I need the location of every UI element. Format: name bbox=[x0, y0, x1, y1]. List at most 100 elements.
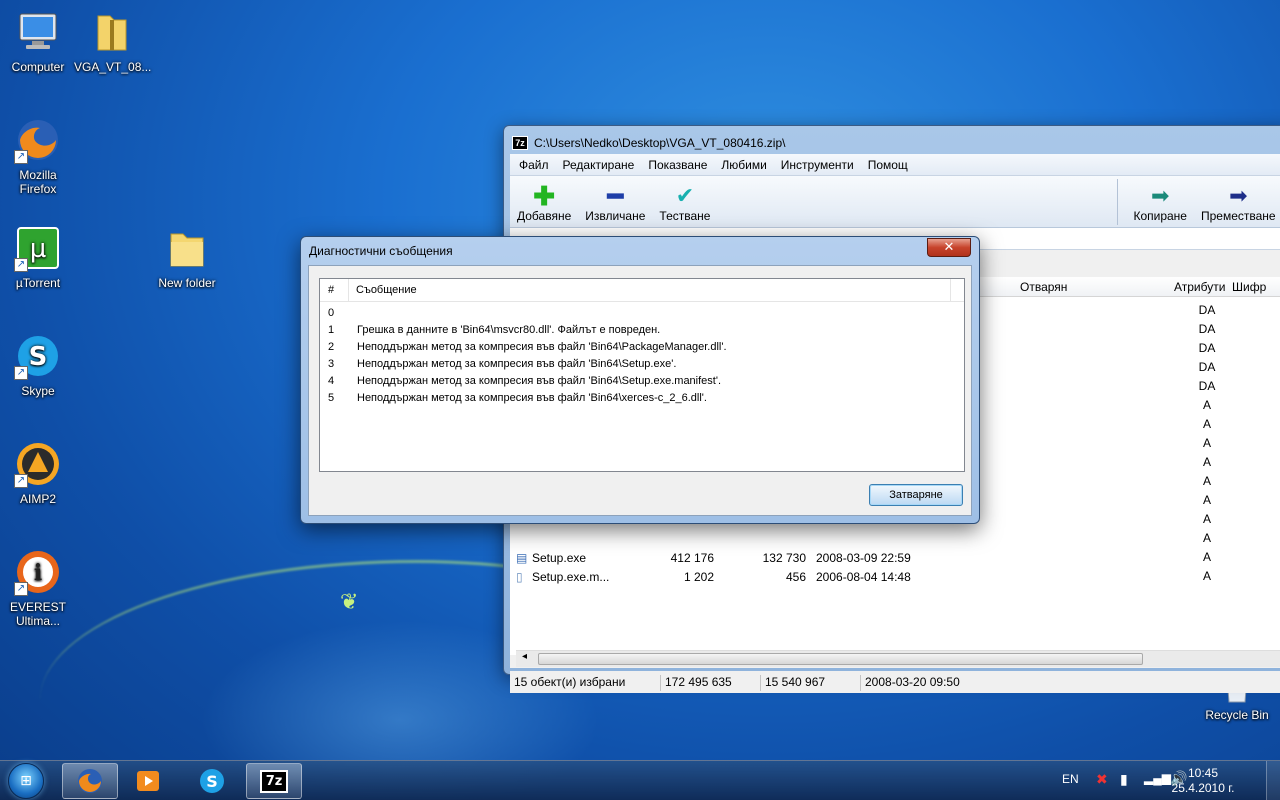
menu-file[interactable]: Файл bbox=[512, 158, 556, 172]
column-encrypted[interactable]: Шифр bbox=[1232, 280, 1266, 294]
message-text: Неподдържан метод за компресия във файл … bbox=[357, 341, 727, 353]
sevenzip-icon: 7z bbox=[259, 769, 289, 793]
menu-help[interactable]: Помощ bbox=[861, 158, 915, 172]
firefox-icon: ↗ bbox=[14, 116, 62, 164]
scrollbar-thumb[interactable] bbox=[538, 653, 1143, 665]
column-opened[interactable]: Отварян bbox=[1020, 280, 1067, 294]
message-row[interactable]: 2 Неподдържан метод за компресия във фай… bbox=[320, 339, 950, 356]
aimp-icon: ↗ bbox=[14, 440, 62, 488]
network-error-icon[interactable]: ✖ bbox=[1096, 771, 1108, 788]
file-packed-size: 456 bbox=[785, 570, 806, 584]
message-row[interactable]: 0 bbox=[320, 305, 950, 322]
svg-text:S: S bbox=[206, 772, 218, 791]
extract-button[interactable]: ━ Извличане bbox=[578, 180, 652, 227]
file-row[interactable]: ▤ Setup.exe 412 176 132 730 2008-03-09 2… bbox=[516, 549, 936, 568]
toolbar: ✚ Добавяне ━ Извличане ✔ Тестване ➡ Копи… bbox=[510, 176, 1280, 228]
menu-tools[interactable]: Инструменти bbox=[774, 158, 861, 172]
desktop-icon-skype[interactable]: S ↗ Skype bbox=[0, 332, 76, 398]
menu-edit[interactable]: Редактиране bbox=[556, 158, 642, 172]
menu-favorites[interactable]: Любими bbox=[714, 158, 773, 172]
column-message[interactable]: Съобщение bbox=[356, 284, 417, 296]
menu-view[interactable]: Показване bbox=[641, 158, 714, 172]
file-packed-size: 132 730 bbox=[762, 551, 806, 565]
show-desktop-button[interactable] bbox=[1266, 761, 1280, 800]
desktop-icon-label: VGA_VT_08... bbox=[74, 60, 152, 74]
power-icon[interactable]: ▮ bbox=[1120, 771, 1128, 788]
file-size: 412 176 bbox=[670, 551, 714, 565]
file-size: 1 202 bbox=[683, 570, 714, 584]
file-row[interactable]: ▯ Setup.exe.m... 1 202 456 2006-08-04 14… bbox=[516, 568, 936, 587]
column-attributes[interactable]: Атрибути bbox=[1174, 280, 1225, 294]
message-row[interactable]: 1 Грешка в данните в 'Bin64\msvcr80.dll'… bbox=[320, 322, 950, 339]
everest-icon: i ↗ bbox=[14, 548, 62, 596]
diagnostics-dialog[interactable]: Диагностични съобщения ✕ # Съобщение 0 1… bbox=[300, 236, 980, 524]
desktop-icon-zip[interactable]: VGA_VT_08... bbox=[74, 8, 152, 74]
message-text: Неподдържан метод за компресия във файл … bbox=[357, 392, 707, 404]
message-row[interactable]: 4 Неподдържан метод за компресия във фай… bbox=[320, 373, 950, 390]
checkmark-icon: ✔ bbox=[675, 183, 695, 208]
desktop-icon-label: AIMP2 bbox=[19, 492, 56, 506]
dialog-body: # Съобщение 0 1 Грешка в данните в 'Bin6… bbox=[308, 265, 972, 516]
desktop-icon-utorrent[interactable]: µ ↗ µTorrent bbox=[0, 224, 76, 290]
status-packed: 15 540 967 bbox=[760, 675, 825, 691]
message-row[interactable]: 5 Неподдържан метод за компресия във фай… bbox=[320, 390, 950, 407]
attribute-cell: A bbox=[1202, 531, 1211, 545]
attribute-cell: A bbox=[1202, 436, 1211, 450]
shortcut-arrow-icon: ↗ bbox=[14, 150, 28, 164]
clock[interactable]: 10:45 25.4.2010 г. bbox=[1168, 766, 1238, 796]
desktop-icon-computer[interactable]: Computer bbox=[0, 8, 76, 74]
taskbar-app-media-player[interactable] bbox=[120, 763, 176, 799]
firefox-icon bbox=[78, 769, 102, 793]
desktop-icon-label: EVEREST Ultima... bbox=[9, 600, 66, 628]
language-indicator[interactable]: EN bbox=[1062, 772, 1079, 786]
clock-time: 10:45 bbox=[1187, 766, 1219, 780]
start-button[interactable]: ⊞ bbox=[8, 763, 44, 799]
status-bar: 15 обект(и) избрани 172 495 635 15 540 9… bbox=[510, 671, 1280, 693]
file-name: Setup.exe bbox=[532, 551, 587, 565]
copy-label: Копиране bbox=[1133, 209, 1187, 223]
shortcut-arrow-icon: ↗ bbox=[14, 474, 28, 488]
column-number[interactable]: # bbox=[328, 284, 334, 296]
status-selected: 15 обект(и) избрани bbox=[514, 675, 626, 689]
message-number: 1 bbox=[328, 324, 335, 336]
window-title: C:\Users\Nedko\Desktop\VGA_VT_080416.zip… bbox=[534, 136, 786, 150]
taskbar-app-7zip[interactable]: 7z bbox=[246, 763, 302, 799]
message-list[interactable]: # Съобщение 0 1 Грешка в данните в 'Bin6… bbox=[319, 278, 965, 472]
desktop-icon-label: New folder bbox=[158, 276, 216, 290]
column-divider bbox=[348, 279, 349, 301]
minus-icon: ━ bbox=[607, 180, 624, 211]
test-button[interactable]: ✔ Тестване bbox=[652, 183, 717, 227]
message-row[interactable]: 3 Неподдържан метод за компресия във фай… bbox=[320, 356, 950, 373]
folder-icon bbox=[163, 224, 211, 272]
copy-button[interactable]: ➡ Копиране bbox=[1126, 183, 1194, 227]
desktop-icon-aimp2[interactable]: ↗ AIMP2 bbox=[0, 440, 76, 506]
taskbar: ⊞ S 7z EN ✖ ▮ ▂▄▆ 🔊 10:45 25.4.2010 г. bbox=[0, 760, 1280, 800]
taskbar-app-skype[interactable]: S bbox=[184, 763, 240, 799]
move-button[interactable]: ➡ Преместване bbox=[1194, 183, 1280, 227]
dialog-title: Диагностични съобщения bbox=[309, 244, 453, 258]
desktop-icon-firefox[interactable]: ↗ Mozilla Firefox bbox=[0, 116, 76, 196]
attribute-cell: DA bbox=[1198, 303, 1216, 317]
scroll-left-icon[interactable]: ◂ bbox=[522, 651, 527, 662]
desktop-icon-label: µTorrent bbox=[15, 276, 61, 290]
desktop-icon-label: Skype bbox=[21, 384, 55, 398]
desktop-icon-everest[interactable]: i ↗ EVEREST Ultima... bbox=[0, 548, 76, 628]
close-button[interactable]: Затваряне bbox=[869, 484, 963, 506]
taskbar-app-firefox[interactable] bbox=[62, 763, 118, 799]
window-titlebar[interactable]: 7z C:\Users\Nedko\Desktop\VGA_VT_080416.… bbox=[504, 126, 1280, 154]
attribute-cell: A bbox=[1202, 455, 1211, 469]
add-label: Добавяне bbox=[517, 209, 572, 223]
add-button[interactable]: ✚ Добавяне bbox=[510, 181, 578, 227]
attribute-cell: DA bbox=[1198, 379, 1216, 393]
move-label: Преместване bbox=[1200, 209, 1276, 223]
utorrent-icon: µ ↗ bbox=[14, 224, 62, 272]
skype-icon: S ↗ bbox=[14, 332, 62, 380]
horizontal-scrollbar[interactable]: ◂ bbox=[516, 650, 1280, 667]
signal-icon[interactable]: ▂▄▆ bbox=[1144, 771, 1171, 785]
attribute-cell: A bbox=[1202, 493, 1211, 507]
desktop-icon-new-folder[interactable]: New folder bbox=[149, 224, 225, 290]
system-tray: EN ✖ ▮ ▂▄▆ 🔊 10:45 25.4.2010 г. bbox=[1040, 761, 1280, 800]
status-date: 2008-03-20 09:50 bbox=[860, 675, 960, 691]
file-modified: 2008-03-09 22:59 bbox=[816, 551, 911, 565]
dialog-close-button[interactable]: ✕ bbox=[927, 238, 971, 257]
